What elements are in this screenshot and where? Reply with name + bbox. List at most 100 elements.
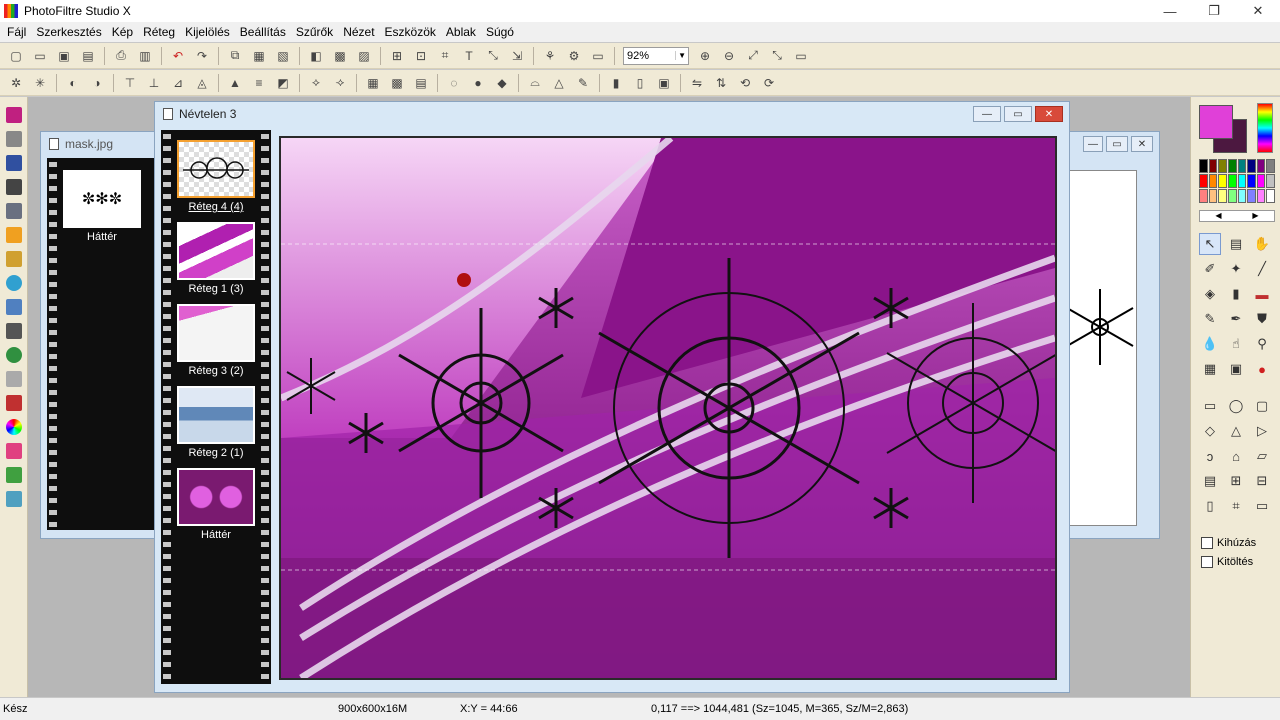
grayscale-icon[interactable]: ◩ <box>274 74 292 92</box>
menu-sugo[interactable]: Súgó <box>481 25 519 39</box>
tile-filter-icon[interactable]: ▤ <box>412 74 430 92</box>
menu-eszkozok[interactable]: Eszközök <box>380 25 441 39</box>
browser-icon[interactable]: ▭ <box>589 47 607 65</box>
palette-swatch[interactable] <box>1256 189 1266 203</box>
doc-close-button[interactable]: ✕ <box>1131 136 1153 152</box>
transform-icon[interactable]: ⤡ <box>484 47 502 65</box>
doc-minimize-button[interactable]: — <box>973 106 1001 122</box>
menu-ablak[interactable]: Ablak <box>441 25 481 39</box>
portrait-tool-icon[interactable]: ▣ <box>1225 358 1247 380</box>
palette-swatch[interactable] <box>1227 174 1237 188</box>
pipette-tool-icon[interactable]: ⚲ <box>1251 333 1273 355</box>
layer-item[interactable]: ✼✻✼ Háttér <box>61 170 143 243</box>
doc-title-bar[interactable]: Névtelen 3 <box>155 102 1069 126</box>
palette-swatch[interactable] <box>1218 159 1227 173</box>
contrast-down-icon[interactable]: ⊤ <box>121 74 139 92</box>
gradient-icon[interactable]: ◧ <box>307 47 325 65</box>
zoom-in-icon[interactable]: ⊕ <box>696 47 714 65</box>
layer-manager-icon[interactable]: ▤ <box>1225 233 1247 255</box>
pencil-tool-icon[interactable] <box>5 131 22 147</box>
globe-tool-icon[interactable] <box>5 275 22 291</box>
palette-swatch[interactable] <box>1208 159 1218 173</box>
doc-canvas[interactable] <box>1061 170 1137 526</box>
auto-level-icon[interactable]: ✲ <box>7 74 25 92</box>
menu-beallitas[interactable]: Beállítás <box>235 25 291 39</box>
menu-fajl[interactable]: Fájl <box>2 25 31 39</box>
open-folder-icon[interactable]: ▭ <box>31 47 49 65</box>
menu-kijeloles[interactable]: Kijelölés <box>180 25 235 39</box>
advanced-brush-icon[interactable]: ✒ <box>1225 308 1247 330</box>
fit-window-icon[interactable]: ⤡ <box>768 47 786 65</box>
doc-minimize-button[interactable]: — <box>1083 136 1103 152</box>
strawberry-tool-icon[interactable]: ● <box>1251 358 1273 380</box>
saturation-down-icon[interactable]: ⊿ <box>169 74 187 92</box>
rectangle-shape-icon[interactable]: ▭ <box>1199 395 1221 417</box>
sphere-tool-icon[interactable] <box>5 347 22 363</box>
kitoltes-checkbox[interactable]: Kitöltés <box>1201 556 1253 568</box>
eraser-tool-icon[interactable]: ▬ <box>1251 283 1273 305</box>
palette-swatch[interactable] <box>1266 174 1275 188</box>
sharpen-icon[interactable]: ◆ <box>493 74 511 92</box>
palette-swatch[interactable] <box>1199 174 1208 188</box>
window-frame-icon[interactable]: ▭ <box>1251 495 1273 517</box>
paste-icon[interactable]: ▦ <box>250 47 268 65</box>
saturation-up-icon[interactable]: ◬ <box>193 74 211 92</box>
hue-strip[interactable] <box>1257 103 1273 153</box>
brush-tool-icon[interactable] <box>5 107 22 123</box>
checkbox-box[interactable] <box>1201 556 1213 568</box>
kihuzas-checkbox[interactable]: Kihúzás <box>1201 537 1256 549</box>
ratio-32-icon[interactable]: ⊟ <box>1251 470 1273 492</box>
emboss-icon[interactable]: ⌓ <box>526 74 544 92</box>
replace-color-icon[interactable]: ▣ <box>655 74 673 92</box>
pointer-tool-icon[interactable]: ↖ <box>1199 233 1221 255</box>
palette-swatch[interactable] <box>1237 189 1247 203</box>
color-balance-icon[interactable]: ▯ <box>631 74 649 92</box>
pattern-tool-icon[interactable] <box>5 467 22 483</box>
fill-pattern-icon[interactable]: ▩ <box>331 47 349 65</box>
folder-tool-icon[interactable] <box>5 251 22 267</box>
layer-item[interactable]: Réteg 4 (4) <box>175 140 257 213</box>
color-wheel-icon[interactable] <box>5 419 22 435</box>
menu-reteg[interactable]: Réteg <box>138 25 180 39</box>
palette-swatch[interactable] <box>1199 159 1208 173</box>
checkbox-box[interactable] <box>1201 537 1213 549</box>
auto-contrast-icon[interactable]: ✳ <box>31 74 49 92</box>
rounded-rect-shape-icon[interactable]: ▢ <box>1251 395 1273 417</box>
flip-horizontal-icon[interactable]: ⇋ <box>688 74 706 92</box>
doc-close-button[interactable]: ✕ <box>1035 106 1063 122</box>
doc-maximize-button[interactable]: ▭ <box>1106 136 1128 152</box>
triangle-icon[interactable]: △ <box>550 74 568 92</box>
selection-tool-icon[interactable] <box>5 155 22 171</box>
monitor-tool-icon[interactable] <box>5 491 22 507</box>
clone-tool-icon[interactable]: ▦ <box>1199 358 1221 380</box>
paste-new-icon[interactable]: ▧ <box>274 47 292 65</box>
undo-icon[interactable]: ↶ <box>169 47 187 65</box>
redo-icon[interactable]: ↷ <box>193 47 211 65</box>
palette-swatch[interactable] <box>1266 159 1275 173</box>
palette-swatch[interactable] <box>1227 189 1237 203</box>
fullscreen-icon[interactable]: ▭ <box>792 47 810 65</box>
palette-swatch[interactable] <box>1218 189 1227 203</box>
blur-drop-tool-icon[interactable]: 💧 <box>1199 333 1221 355</box>
palette-swatch[interactable] <box>1237 174 1247 188</box>
column-select-icon[interactable]: ▯ <box>1199 495 1221 517</box>
brush-icon[interactable]: ✎ <box>1199 308 1221 330</box>
spray-tool-icon[interactable]: ▮ <box>1225 283 1247 305</box>
palette-swatch[interactable] <box>1247 159 1256 173</box>
palette-swatch[interactable] <box>1237 159 1247 173</box>
select-all-icon[interactable]: ▤ <box>1199 470 1221 492</box>
brightness-down-icon[interactable]: ◐ <box>64 74 82 92</box>
layer-item[interactable]: Réteg 2 (1) <box>175 386 257 459</box>
scan-icon[interactable]: ▥ <box>136 47 154 65</box>
lasso-shape-icon[interactable]: ↄ <box>1199 445 1221 467</box>
restore-button[interactable]: ❐ <box>1192 0 1236 22</box>
grid-tool-icon[interactable] <box>5 371 22 387</box>
palette-swatch[interactable] <box>1199 189 1208 203</box>
palette-swatch[interactable] <box>1247 189 1256 203</box>
new-file-icon[interactable]: ▢ <box>7 47 25 65</box>
ellipse-shape-icon[interactable]: ◯ <box>1225 395 1247 417</box>
stamp-tool-icon[interactable]: ⛊ <box>1251 308 1273 330</box>
gamma-icon[interactable]: ▲ <box>226 74 244 92</box>
layer-item[interactable]: Réteg 1 (3) <box>175 222 257 295</box>
save-as-icon[interactable]: ▤ <box>79 47 97 65</box>
